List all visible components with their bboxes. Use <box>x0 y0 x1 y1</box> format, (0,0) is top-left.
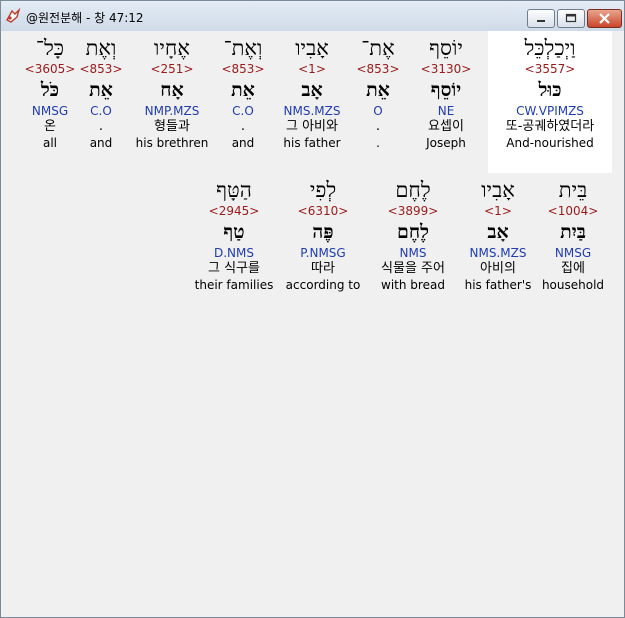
english-gloss: his father's <box>464 278 532 292</box>
hebrew-word: בֵּית <box>558 178 588 202</box>
korean-gloss: 식물을 주어 <box>381 261 445 276</box>
hebrew-word: לְפִי <box>309 178 337 202</box>
english-gloss: . <box>376 136 380 150</box>
hebrew-lemma: אָב <box>301 79 323 101</box>
app-window: @원전분해 - 창 47:12 כָּל־ <3605> כֹּל NMSG 온… <box>0 0 625 618</box>
word-cell[interactable]: לֶחֶם <3899> לֶחֶם NMS 식물을 주어 with bread <box>368 177 458 293</box>
strong-number: <251> <box>150 62 194 76</box>
parsing-code: NMP.MZS <box>144 104 200 118</box>
close-icon <box>599 13 610 24</box>
word-cell[interactable]: הַטָּף <2945> טַף D.NMS 그 식구를 their fami… <box>194 177 274 293</box>
strong-number: <1004> <box>547 204 599 218</box>
hebrew-lemma: אֵת <box>366 79 390 101</box>
hebrew-lemma: אֵת <box>231 79 255 101</box>
strong-number: <853> <box>221 62 265 76</box>
strong-number: <1> <box>298 62 326 76</box>
word-cell[interactable]: וְאֶת <853> אֵת C.O . and <box>71 35 131 151</box>
word-cell[interactable]: אָבִיו <1> אָב NMS.MZS 그 아비와 his father <box>277 35 347 151</box>
maximize-button[interactable] <box>557 9 585 28</box>
korean-gloss: 그 아비와 <box>286 119 338 134</box>
strong-number: <6310> <box>297 204 349 218</box>
minimize-button[interactable] <box>527 9 555 28</box>
english-gloss: Joseph <box>426 136 466 150</box>
korean-gloss: 형들과 <box>154 119 190 134</box>
parsing-code: NE <box>437 104 455 118</box>
parsing-code: NMS.MZS <box>469 246 527 260</box>
hebrew-lemma: אָח <box>160 79 184 101</box>
korean-gloss: 집에 <box>561 261 585 276</box>
korean-gloss: 또-공궤하였더라 <box>505 119 595 134</box>
parsing-code: C.O <box>232 104 254 118</box>
parsing-code: NMS <box>399 246 427 260</box>
parsing-code: NMS.MZS <box>283 104 341 118</box>
strong-number: <3130> <box>420 62 472 76</box>
hebrew-word: הַטָּף <box>216 178 252 202</box>
hebrew-lemma: פֶּה <box>312 221 334 243</box>
strong-number: <853> <box>356 62 400 76</box>
word-cell[interactable]: בֵּית <1004> בַּיִת NMSG 집에 household <box>538 177 608 293</box>
parsing-code: P.NMSG <box>300 246 346 260</box>
strong-number: <1> <box>484 204 512 218</box>
strong-number: <853> <box>79 62 123 76</box>
english-gloss: their families <box>194 278 274 292</box>
parsing-code: O <box>373 104 383 118</box>
hebrew-lemma: אָב <box>487 221 509 243</box>
hebrew-word: לֶחֶם <box>395 178 431 202</box>
english-gloss: and <box>89 136 113 150</box>
hebrew-word: אָבִיו <box>295 36 329 60</box>
english-gloss: his brethren <box>135 136 209 150</box>
word-cell[interactable]: אָבִיו <1> אָב NMS.MZS 아비의 his father's <box>462 177 534 293</box>
korean-gloss: 아비의 <box>480 261 516 276</box>
window-title: @원전분해 - 창 47:12 <box>26 11 144 25</box>
english-gloss: And-nourished <box>506 136 594 150</box>
hebrew-word: אֶחָיו <box>154 36 190 60</box>
english-gloss: his father <box>283 136 341 150</box>
english-gloss: with bread <box>381 278 445 292</box>
strong-number: <3557> <box>524 62 576 76</box>
word-cell[interactable]: וְאֶת־ <853> אֵת C.O . and <box>213 35 273 151</box>
english-gloss: household <box>541 278 605 292</box>
parsing-code: CW.VPIMZS <box>516 104 584 118</box>
korean-gloss: 따라 <box>311 261 335 276</box>
analysis-panel: כָּל־ <3605> כֹּל NMSG 온 all וְאֶת <853>… <box>8 31 617 613</box>
hebrew-lemma: לֶחֶם <box>397 221 429 243</box>
korean-gloss: 그 식구를 <box>208 261 260 276</box>
title-bar[interactable]: @원전분해 - 창 47:12 <box>1 1 624 31</box>
hebrew-word: וַיְכַלְכֵּל <box>524 36 576 60</box>
strong-number: <3899> <box>387 204 439 218</box>
korean-gloss: 요셉이 <box>428 119 464 134</box>
strong-number: <2945> <box>208 204 260 218</box>
hebrew-lemma: טַף <box>223 221 245 243</box>
korean-gloss: . <box>375 119 381 134</box>
minimize-icon <box>537 20 545 22</box>
parsing-code: D.NMS <box>213 246 254 260</box>
korean-gloss: . <box>98 119 104 134</box>
word-cell-selected[interactable]: וַיְכַלְכֵּל <3557> כּוּל CW.VPIMZS 또-공궤… <box>488 31 612 173</box>
hebrew-lemma: כּוּל <box>538 79 562 101</box>
close-button[interactable] <box>587 9 622 28</box>
hebrew-word: וְאֶת־ <box>223 36 263 60</box>
english-gloss: and <box>231 136 255 150</box>
word-cell[interactable]: יוֹסֵף <3130> יוֹסֵף NE 요셉이 Joseph <box>409 35 483 151</box>
maximize-icon <box>565 13 577 23</box>
hebrew-lemma: בַּיִת <box>560 221 586 243</box>
app-icon <box>6 8 21 23</box>
korean-gloss: . <box>240 119 246 134</box>
hebrew-word: אָבִיו <box>481 178 515 202</box>
hebrew-lemma: אֵת <box>89 79 113 101</box>
english-gloss: according to <box>285 278 361 292</box>
hebrew-word: יוֹסֵף <box>429 36 463 60</box>
hebrew-lemma: יוֹסֵף <box>430 79 462 101</box>
word-cell[interactable]: אֶחָיו <251> אָח NMP.MZS 형들과 his brethre… <box>135 35 209 151</box>
word-cell[interactable]: אֶת־ <853> אֵת O . . <box>349 35 407 151</box>
parsing-code: C.O <box>90 104 112 118</box>
word-cell[interactable]: לְפִי <6310> פֶּה P.NMSG 따라 according to <box>284 177 362 293</box>
hebrew-word: וְאֶת <box>85 36 117 60</box>
hebrew-word: אֶת־ <box>361 36 395 60</box>
parsing-code: NMSG <box>554 246 592 260</box>
